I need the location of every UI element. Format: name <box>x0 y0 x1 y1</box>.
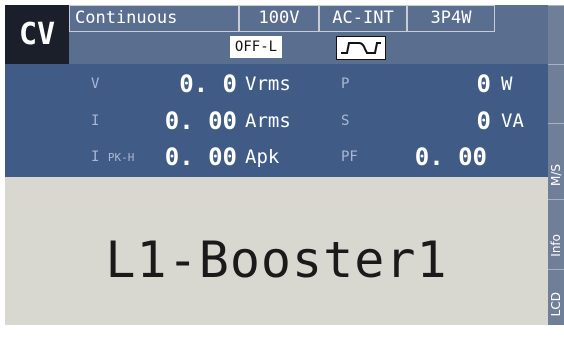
current-label: I <box>91 113 100 129</box>
softkey-info[interactable]: Info <box>548 199 564 269</box>
voltage-unit: Vrms <box>245 73 291 95</box>
instrument-screen: CV Continuous 100V AC-INT 3P4W OFF-L V 0… <box>5 5 564 325</box>
peak-current-unit: Apk <box>245 146 280 168</box>
apparent-power-label: S <box>341 113 350 129</box>
power-unit: W <box>501 73 513 95</box>
power-factor-label: PF <box>341 149 358 165</box>
softkey-lcd-label: LCD <box>549 292 563 317</box>
current-unit: Arms <box>245 110 291 132</box>
output-state-badge: OFF-L <box>230 36 282 58</box>
softkey-2[interactable] <box>548 64 564 123</box>
voltage-range: 100V <box>239 5 319 32</box>
mode-indicator: CV <box>5 5 69 64</box>
power-value: 0 <box>476 70 491 98</box>
measurement-row-voltage: V 0. 0 Vrms P 0 W <box>5 66 548 103</box>
device-name-display: L1-Booster1 <box>105 231 448 289</box>
signal-source: AC-INT <box>319 5 407 32</box>
apparent-power-value: 0 <box>476 107 491 135</box>
peak-current-label: I PK-H <box>91 139 134 176</box>
run-status: Continuous <box>69 5 239 32</box>
status-header: CV Continuous 100V AC-INT 3P4W OFF-L <box>5 5 548 64</box>
current-value: 0. 00 <box>164 107 237 135</box>
softkey-info-label: Info <box>549 234 563 257</box>
voltage-label: V <box>91 76 100 92</box>
softkey-lcd[interactable]: LCD <box>548 269 564 325</box>
power-label: P <box>341 76 350 92</box>
softkey-1[interactable] <box>548 5 564 64</box>
voltage-value: 0. 0 <box>179 70 237 98</box>
softkey-strip: M/S Info LCD <box>548 5 564 325</box>
power-factor-value: 0. 00 <box>414 143 487 171</box>
peak-current-value: 0. 00 <box>164 143 237 171</box>
measurement-panel: V 0. 0 Vrms P 0 W I 0. 00 Arms S 0 VA I … <box>5 64 548 177</box>
measurement-row-current: I 0. 00 Arms S 0 VA <box>5 103 548 140</box>
softkey-ms-label: M/S <box>549 164 563 187</box>
peak-current-label-sub: PK-H <box>107 151 135 164</box>
peak-current-label-main: I <box>91 149 100 165</box>
main-display-area: L1-Booster1 <box>5 177 548 325</box>
apparent-power-unit: VA <box>501 110 524 132</box>
measurement-row-peak: I PK-H 0. 00 Apk PF 0. 00 <box>5 139 548 176</box>
softkey-ms[interactable]: M/S <box>548 123 564 199</box>
ac-wave-icon <box>336 36 386 60</box>
wiring-mode: 3P4W <box>407 5 495 32</box>
